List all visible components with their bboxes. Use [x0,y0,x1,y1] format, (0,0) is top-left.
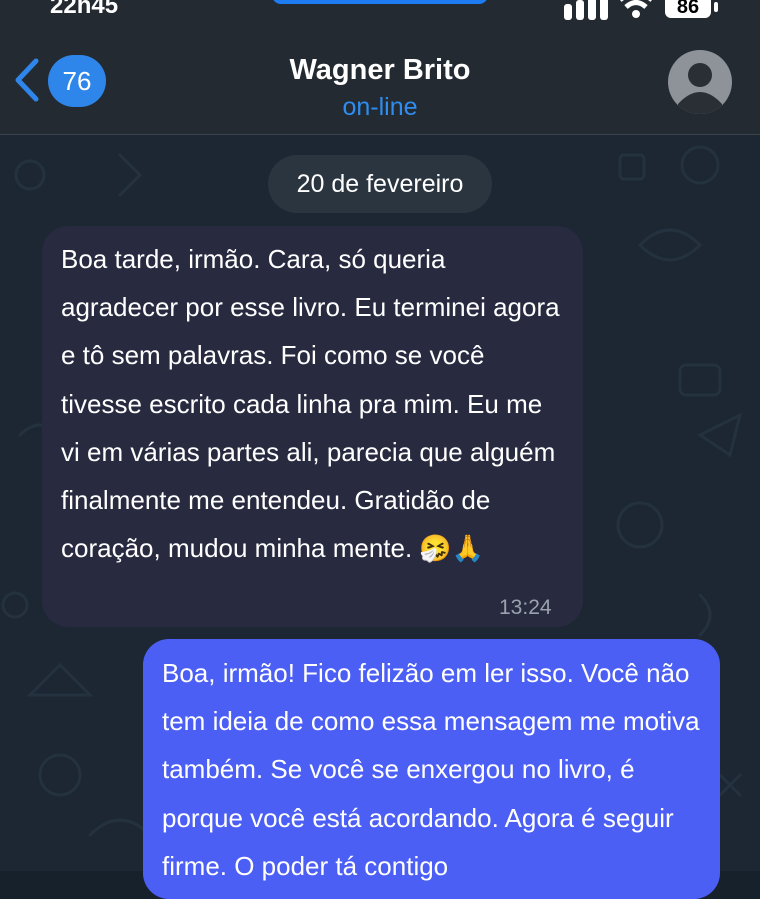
back-button[interactable]: 76 [12,55,108,107]
chat-header: 76 Wagner Brito on-line [0,22,760,135]
message-text: Boa tarde, irmão. Cara, só queria agrade… [61,244,560,564]
dynamic-island-call-indicator [272,0,488,4]
battery-tip [714,2,718,12]
unread-count-badge: 76 [48,55,106,107]
message-time: 13:24 [499,596,552,619]
message-text: Boa, irmão! Fico felizão em ler isso. Vo… [162,658,700,881]
outgoing-message-bubble[interactable]: Boa, irmão! Fico felizão em ler isso. Vo… [143,639,720,899]
contact-title[interactable]: Wagner Brito on-line [180,50,580,124]
contact-status: on-line [342,93,418,121]
user-placeholder-icon [678,63,722,114]
status-bar: 22h45 86 [0,0,760,22]
date-separator: 20 de fevereiro [268,155,492,213]
chevron-left-icon [15,58,39,102]
incoming-message-bubble[interactable]: Boa tarde, irmão. Cara, só queria agrade… [42,226,583,627]
status-time: 22h45 [50,0,119,19]
battery-level: 86 [676,0,700,18]
wifi-icon [620,0,652,18]
contact-avatar[interactable] [668,50,732,114]
battery-indicator: 86 [665,0,711,18]
cellular-signal-icon [564,0,608,20]
contact-name: Wagner Brito [289,54,471,86]
